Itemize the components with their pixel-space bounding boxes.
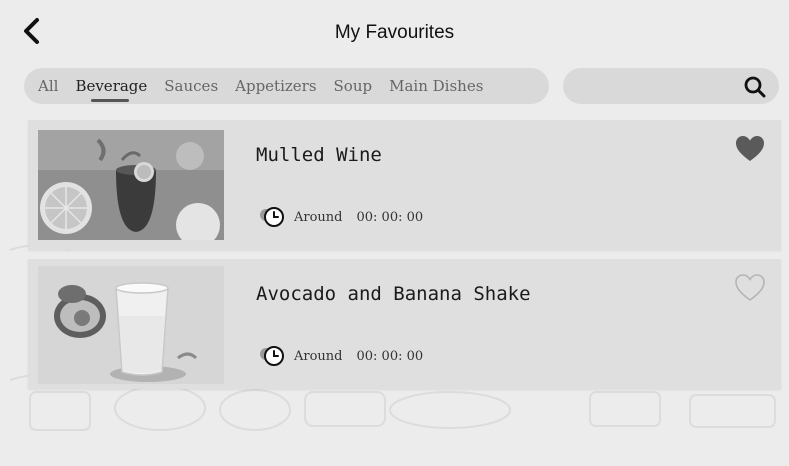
recipe-card[interactable]: Mulled Wine Around 00: 00: 00 — [28, 120, 781, 250]
time-value: 00: 00: 00 — [356, 348, 424, 364]
tab-beverage[interactable]: Beverage — [75, 77, 147, 102]
avocado-banana-shake-image — [38, 266, 224, 384]
recipe-name: Avocado and Banana Shake — [256, 283, 531, 305]
app-header: My Favourites — [0, 0, 789, 62]
search-bar — [563, 68, 779, 106]
time-prefix: Around — [294, 348, 343, 364]
time-prefix: Around — [294, 209, 343, 225]
heart-filled-icon — [736, 136, 764, 161]
category-tabs: All Beverage Sauces Appetizers Soup Main… — [24, 68, 549, 104]
clock-icon — [260, 346, 284, 366]
recipe-card[interactable]: Avocado and Banana Shake Around 00: 00: … — [28, 259, 781, 389]
tab-main-dishes[interactable]: Main Dishes — [389, 77, 483, 95]
search-icon — [744, 76, 766, 98]
heart-outline-icon — [735, 274, 765, 301]
mulled-wine-image — [38, 130, 224, 240]
favourite-button[interactable] — [735, 274, 765, 302]
tab-soup[interactable]: Soup — [334, 77, 373, 95]
time-value: 00: 00: 00 — [356, 209, 424, 225]
tab-appetizers[interactable]: Appetizers — [235, 77, 316, 95]
search-button[interactable] — [743, 75, 767, 99]
clock-icon — [260, 207, 284, 227]
favourite-button[interactable] — [735, 135, 765, 163]
search-input[interactable] — [577, 68, 731, 106]
recipe-name: Mulled Wine — [256, 144, 382, 166]
page-title: My Favourites — [334, 22, 455, 43]
tab-sauces[interactable]: Sauces — [164, 77, 218, 95]
recipe-time: Around 00: 00: 00 — [258, 345, 423, 367]
tab-all[interactable]: All — [38, 77, 58, 95]
recipe-time: Around 00: 00: 00 — [258, 206, 423, 228]
